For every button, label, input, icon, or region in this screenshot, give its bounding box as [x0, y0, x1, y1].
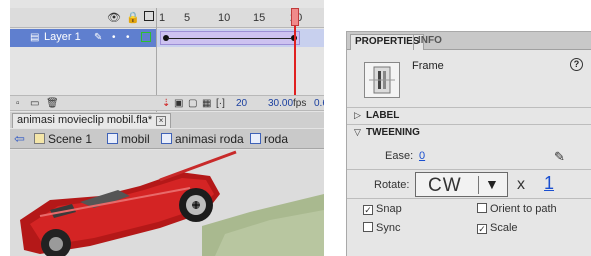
sync-checkbox[interactable]: Sync [363, 222, 400, 234]
movieclip-icon [107, 133, 118, 144]
chevron-down-icon: ▽ [354, 127, 361, 137]
section-title: TWEENING [366, 127, 420, 138]
checkbox-box[interactable]: ✓ [477, 224, 487, 234]
eye-icon[interactable]: 👁 [107, 12, 121, 24]
help-icon[interactable]: ? [570, 58, 583, 71]
ease-label: Ease: [385, 150, 414, 162]
stage-canvas[interactable] [10, 150, 324, 256]
checkbox-box[interactable]: ✓ [363, 205, 373, 215]
flash-workspace: 👁 🔒 1 5 10 15 20 ▤ Layer 1 ✎ • • ▫ ▭ 🗑 ⇣… [10, 0, 324, 256]
document-tabs: animasi movieclip mobil.fla* × [10, 112, 324, 128]
layer-name[interactable]: Layer 1 [44, 31, 81, 43]
back-arrow-icon[interactable]: ⇦ [14, 132, 25, 146]
movieclip-icon [161, 133, 172, 144]
pencil-icon[interactable]: ✎ [554, 149, 565, 165]
breadcrumb: ⇦ Scene 1 mobil animasi roda roda [10, 129, 324, 149]
new-layer-icon[interactable]: ▫ [16, 98, 20, 109]
stage-artwork [10, 150, 324, 256]
new-folder-icon[interactable]: ▭ [30, 98, 39, 109]
elapsed-time: 0.6 [314, 98, 324, 109]
layer-row[interactable]: ▤ Layer 1 ✎ • • [10, 29, 324, 47]
rotate-row: Rotate: CW ▼ x 1 [347, 169, 591, 199]
instance-type-label: Frame [412, 60, 444, 72]
orient-to-path-checkbox[interactable]: Orient to path [477, 203, 557, 215]
layer-name-cell[interactable]: ▤ Layer 1 ✎ • • [10, 29, 156, 47]
frame-number: 10 [218, 12, 231, 24]
timeline-footer: ▫ ▭ 🗑 ⇣ ▣ ▢ ▦ [·] 20 30.00 fps 0.6 [10, 95, 324, 111]
playhead-line [294, 26, 296, 96]
rotate-direction-select[interactable]: CW ▼ [415, 172, 508, 197]
times-symbol: x [517, 176, 525, 193]
outline-color-icon[interactable] [141, 32, 151, 42]
timeline-header: 👁 🔒 1 5 10 15 20 [10, 8, 324, 28]
outline-icon[interactable] [144, 11, 154, 21]
onion-outline-icon[interactable]: ▢ [188, 98, 197, 109]
playhead[interactable] [291, 8, 299, 26]
tween-arrow-line [167, 38, 291, 39]
breadcrumb-scene[interactable]: Scene 1 [34, 132, 92, 146]
snap-checkbox[interactable]: ✓ Snap [363, 203, 402, 215]
frame-number: 1 [159, 12, 166, 24]
document-tab-title[interactable]: animasi movieclip mobil.fla* [17, 114, 152, 126]
frame-number: 5 [184, 12, 191, 24]
movieclip-icon [250, 133, 261, 144]
breadcrumb-animasi-roda[interactable]: animasi roda [161, 132, 244, 146]
onion-markers-icon[interactable]: [·] [216, 98, 225, 109]
lock-icon[interactable]: 🔒 [126, 12, 140, 24]
close-icon[interactable]: × [156, 116, 167, 126]
frame-icon [364, 62, 400, 98]
motion-tween-span[interactable] [160, 31, 300, 45]
document-tab[interactable]: animasi movieclip mobil.fla* × [12, 113, 172, 128]
scale-checkbox[interactable]: ✓ Scale [477, 222, 518, 234]
rotate-count[interactable]: 1 [544, 173, 554, 194]
scene-icon [34, 133, 45, 144]
timeline-empty-area [10, 47, 324, 95]
center-frame-icon[interactable]: ⇣ [162, 98, 170, 109]
checkbox-box[interactable] [477, 203, 487, 213]
edit-multiple-icon[interactable]: ▦ [202, 98, 211, 109]
ease-value[interactable]: 0 [419, 150, 425, 162]
layer-type-icon: ▤ [30, 32, 40, 43]
visibility-dot-icon[interactable]: • [112, 32, 116, 43]
properties-panel: PROPERTIES INFO Frame ? ▷ LABEL ▽ TWEENI… [346, 31, 591, 256]
section-tweening[interactable]: ▽ TWEENING [347, 124, 591, 140]
breadcrumb-mobil[interactable]: mobil [107, 132, 150, 146]
panel-tabs: PROPERTIES INFO [347, 32, 591, 50]
tab-info[interactable]: INFO [413, 34, 446, 50]
select-divider [478, 176, 479, 194]
rotate-label: Rotate: [374, 179, 410, 191]
checkbox-box[interactable] [363, 222, 373, 232]
lock-dot-icon[interactable]: • [126, 32, 130, 43]
section-title: LABEL [366, 110, 400, 121]
frame-number: 15 [253, 12, 266, 24]
section-label[interactable]: ▷ LABEL [347, 107, 591, 123]
current-frame: 20 [236, 98, 248, 109]
rotate-direction-value: CW [428, 175, 462, 196]
delete-icon[interactable]: 🗑 [46, 98, 59, 109]
onion-skin-icon[interactable]: ▣ [174, 98, 183, 109]
breadcrumb-roda[interactable]: roda [250, 132, 288, 146]
pencil-icon: ✎ [94, 32, 103, 43]
chevron-down-icon[interactable]: ▼ [485, 176, 499, 192]
chevron-right-icon: ▷ [354, 110, 361, 120]
fps-unit: fps [293, 98, 307, 109]
frame-rate[interactable]: 30.00 [268, 98, 293, 109]
